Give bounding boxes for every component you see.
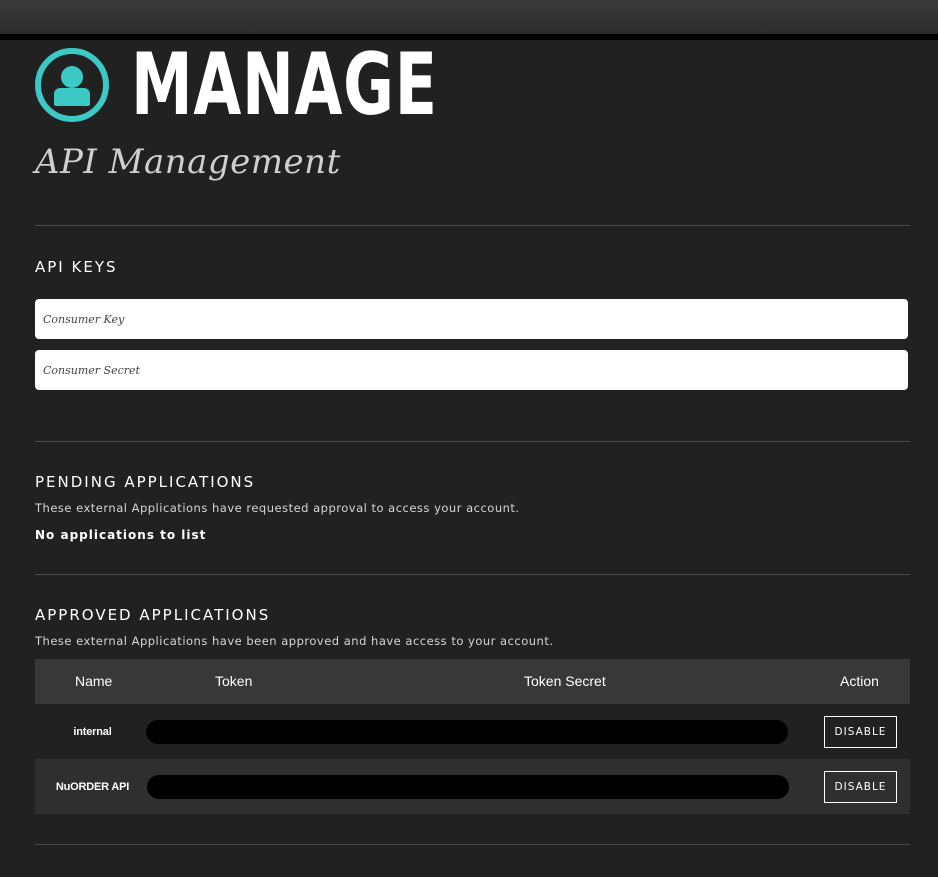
approved-applications-table: Name Token Token Secret Action internal … [35, 659, 910, 814]
table-row: internal DISABLE [35, 704, 910, 759]
divider [35, 844, 910, 845]
redacted-token [146, 720, 788, 744]
page-title: MANAGE [131, 35, 438, 135]
app-name: internal [73, 725, 112, 738]
table-header: Name Token Token Secret Action [35, 659, 910, 704]
user-circle-icon [35, 48, 109, 122]
app-name: NuORDER API [55, 780, 130, 793]
table-row: NuORDER API DISABLE [35, 759, 910, 814]
pending-empty-message: No applications to list [35, 528, 207, 542]
page-header: MANAGE [35, 42, 557, 128]
approved-applications-heading: APPROVED APPLICATIONS [35, 606, 271, 624]
divider [35, 225, 910, 226]
page-subtitle: API Management [35, 142, 341, 182]
pending-applications-heading: PENDING APPLICATIONS [35, 473, 256, 491]
redacted-token [147, 775, 789, 799]
disable-button[interactable]: DISABLE [824, 771, 897, 803]
disable-button[interactable]: DISABLE [824, 716, 897, 748]
column-header-action: Action [840, 673, 879, 689]
api-keys-heading: API KEYS [35, 258, 118, 276]
column-header-name: Name [75, 673, 113, 689]
column-header-token-secret: Token Secret [524, 673, 606, 689]
divider [35, 441, 910, 442]
divider [35, 574, 910, 575]
consumer-secret-input[interactable] [35, 350, 908, 390]
approved-applications-description: These external Applications have been ap… [35, 634, 554, 648]
consumer-key-input[interactable] [35, 299, 908, 339]
top-bar [0, 0, 938, 34]
column-header-token: Token [215, 673, 253, 689]
pending-applications-description: These external Applications have request… [35, 501, 520, 515]
